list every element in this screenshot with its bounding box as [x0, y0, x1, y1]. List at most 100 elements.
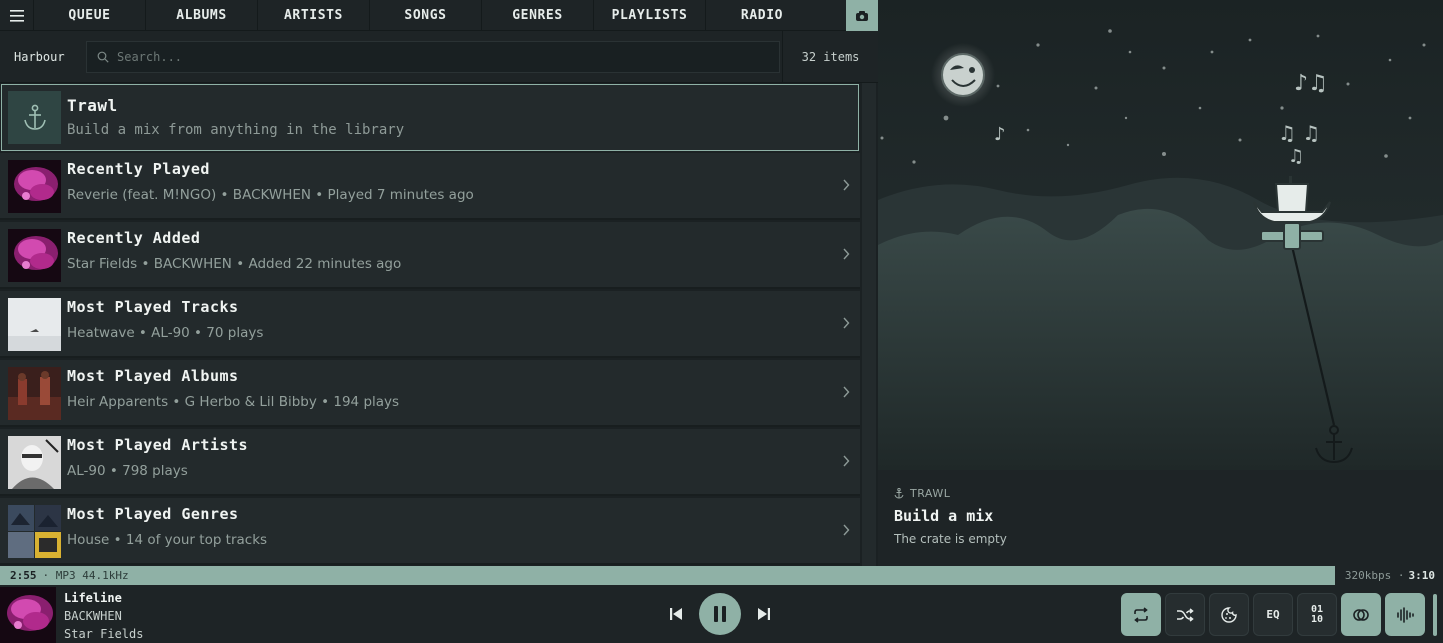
bit-display-toggle[interactable]: 01 10 [1297, 593, 1337, 636]
tab-genres[interactable]: GENRES [482, 0, 594, 31]
row-title: Most Played Artists [67, 436, 249, 454]
anchor-icon [23, 104, 46, 130]
search-row: Harbour 32 items [0, 30, 878, 83]
chevron-right-icon [843, 317, 850, 329]
tab-playlists[interactable]: PLAYLISTS [594, 0, 706, 31]
list-item[interactable]: Most Played Artists AL-90 • 798 plays [0, 429, 860, 496]
track-title: Lifeline [64, 591, 122, 605]
tab-artists[interactable]: ARTISTS [258, 0, 370, 31]
row-title: Recently Added [67, 229, 201, 247]
volume-slider[interactable] [1433, 594, 1437, 636]
hamburger-icon [9, 9, 24, 22]
panel-heading: Build a mix [894, 507, 994, 525]
equalizer-button[interactable]: EQ [1253, 593, 1293, 636]
audio-format: · MP3 44.1kHz [42, 569, 129, 582]
waveform-toggle[interactable] [1385, 593, 1425, 636]
total-time: 3:10 [1408, 569, 1436, 582]
tab-queue[interactable]: QUEUE [34, 0, 146, 31]
list-item[interactable]: Most Played Genres House • 14 of your to… [0, 498, 860, 565]
pause-button[interactable] [699, 593, 741, 635]
album-art [8, 298, 61, 351]
row-title: Most Played Tracks [67, 298, 239, 316]
trawl-card[interactable]: Trawl Build a mix from anything in the l… [1, 84, 859, 151]
repeat-toggle[interactable] [1121, 593, 1161, 636]
trawl-title: Trawl [67, 96, 118, 115]
skip-back-icon [670, 608, 682, 620]
list-item[interactable]: Recently Added Star Fields • BACKWHEN • … [0, 222, 860, 289]
library-name[interactable]: Harbour [0, 50, 86, 64]
chevron-right-icon [843, 455, 850, 467]
camera-icon [856, 10, 868, 21]
genre-collage [8, 505, 61, 558]
album-art [8, 367, 61, 420]
now-playing-art[interactable] [0, 587, 56, 643]
waveform-icon [1397, 606, 1414, 623]
overlap-circles-icon [1353, 608, 1369, 621]
now-playing-meta: Lifeline BACKWHEN Star Fields [64, 589, 143, 643]
row-subtitle: House • 14 of your top tracks [67, 532, 268, 548]
row-subtitle: Reverie (feat. M!NGO) • BACKWHEN • Playe… [67, 187, 474, 203]
list-item[interactable]: Recently Played Reverie (feat. M!NGO) • … [0, 153, 860, 220]
search-box[interactable] [86, 40, 780, 73]
cookie-icon [1221, 606, 1237, 623]
crossfade-toggle[interactable] [1209, 593, 1249, 636]
album-art [8, 160, 61, 213]
row-subtitle: Heir Apparents • G Herbo & Lil Bibby • 1… [67, 394, 400, 410]
panel-description: The crate is empty [894, 532, 1007, 546]
svg-text:♫: ♫ [1288, 146, 1304, 167]
trawl-thumb [8, 91, 61, 144]
player-bar: Lifeline BACKWHEN Star Fields EQ 01 10 [0, 585, 1443, 643]
search-icon [97, 51, 109, 63]
row-title: Most Played Albums [67, 367, 239, 385]
shuffle-icon [1177, 607, 1194, 622]
trawl-info-panel: TRAWL Build a mix The crate is empty [878, 470, 1443, 566]
music-player-app: QUEUE ALBUMS ARTISTS SONGS GENRES PLAYLI… [0, 0, 1443, 643]
svg-text:♪: ♪ [994, 124, 1006, 145]
previous-button[interactable] [664, 593, 688, 635]
next-button[interactable] [752, 593, 776, 635]
track-artist: BACKWHEN [64, 609, 122, 623]
row-title: Most Played Genres [67, 505, 239, 523]
row-title: Recently Played [67, 160, 210, 178]
row-subtitle: AL-90 • 798 plays [67, 463, 188, 479]
elapsed-time: 2:55 [10, 569, 37, 582]
repeat-icon [1134, 606, 1148, 623]
skip-forward-icon [758, 608, 770, 620]
camera-button[interactable] [846, 0, 878, 31]
chevron-right-icon [843, 179, 850, 191]
pause-icon [714, 606, 726, 622]
bitrate: 320kbps · [1344, 569, 1405, 582]
chevron-right-icon [843, 248, 850, 260]
svg-text:♪♫: ♪♫ [1294, 71, 1328, 96]
tab-songs[interactable]: SONGS [370, 0, 482, 31]
trawl-kicker: TRAWL [894, 487, 950, 500]
row-subtitle: Heatwave • AL-90 • 70 plays [67, 325, 264, 341]
moon-icon [941, 53, 985, 97]
trawl-illustration: ♪♫ ♫ ♫ ♫ ♪ [878, 0, 1443, 470]
list-scrollbar[interactable] [860, 83, 878, 566]
tab-radio[interactable]: RADIO [706, 0, 818, 31]
progress-strip[interactable]: 2:55 · MP3 44.1kHz 320kbps · 3:10 [0, 566, 1443, 585]
item-count: 32 items [782, 30, 878, 83]
track-length-box: 320kbps · 3:10 [1335, 566, 1443, 585]
kicker-label: TRAWL [910, 487, 951, 500]
album-art [8, 229, 61, 282]
chevron-right-icon [843, 524, 850, 536]
anchor-icon [894, 488, 904, 499]
svg-text:♫ ♫: ♫ ♫ [1278, 121, 1320, 145]
search-input[interactable] [117, 49, 757, 64]
list-item[interactable]: Most Played Tracks Heatwave • AL-90 • 70… [0, 291, 860, 358]
artist-photo [8, 436, 61, 489]
list-item[interactable]: Most Played Albums Heir Apparents • G He… [0, 360, 860, 427]
track-album: Star Fields [64, 627, 144, 641]
shuffle-toggle[interactable] [1165, 593, 1205, 636]
row-subtitle: Star Fields • BACKWHEN • Added 22 minute… [67, 256, 402, 272]
tab-albums[interactable]: ALBUMS [146, 0, 258, 31]
top-nav: QUEUE ALBUMS ARTISTS SONGS GENRES PLAYLI… [0, 0, 878, 31]
library-list: Trawl Build a mix from anything in the l… [0, 83, 860, 566]
link-toggle[interactable] [1341, 593, 1381, 636]
scrollbar-thumb[interactable] [862, 83, 876, 566]
hamburger-menu-button[interactable] [0, 0, 34, 31]
chevron-right-icon [843, 386, 850, 398]
trawl-subtitle: Build a mix from anything in the library [67, 122, 405, 138]
